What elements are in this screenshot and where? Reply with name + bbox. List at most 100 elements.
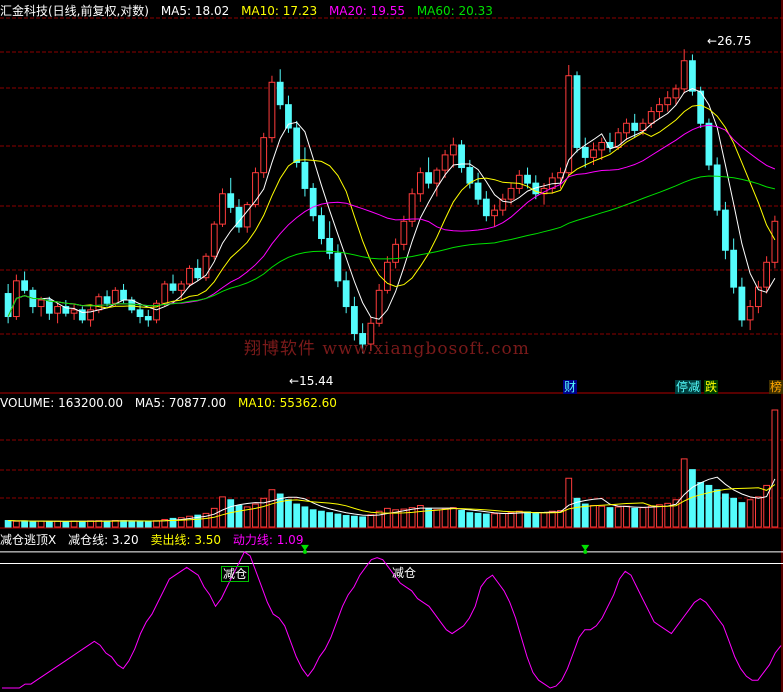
ma5-label: MA5: 18.02 — [160, 4, 230, 18]
indicator-header: 减仓逃顶X 减仓线: 3.20 卖出线: 3.50 动力线: 1.09 — [0, 532, 311, 548]
candle-body — [680, 60, 688, 90]
candle — [392, 238, 400, 269]
candle-body — [45, 299, 53, 314]
volume-bar — [4, 520, 12, 528]
signal-dot — [583, 549, 588, 554]
candle-body — [70, 309, 78, 314]
volume-bar — [12, 520, 20, 528]
candle-body — [392, 243, 400, 263]
candle-body — [309, 187, 317, 217]
volume-bar — [219, 496, 226, 528]
candle-body — [466, 167, 474, 184]
candle — [29, 287, 37, 314]
volume-bar — [120, 520, 127, 528]
candle — [441, 149, 449, 178]
volume-bar — [771, 409, 779, 528]
candle — [169, 274, 177, 294]
candle-body — [722, 209, 729, 251]
candle-body — [95, 296, 103, 311]
candle-body — [103, 296, 111, 304]
candle-body — [614, 132, 622, 148]
candle-body — [144, 316, 152, 321]
candle-body — [54, 306, 61, 314]
volume-bar — [548, 510, 556, 528]
volume-bar — [606, 507, 614, 528]
volume-bar — [326, 512, 334, 528]
volume-bar — [441, 508, 449, 528]
vol-ma5-label: MA5: 70877.00 — [134, 396, 227, 410]
candle — [268, 75, 276, 143]
candle — [54, 303, 61, 324]
candle — [186, 265, 193, 288]
candle-body — [664, 97, 672, 106]
volume-bar — [458, 510, 465, 528]
candle — [623, 118, 630, 141]
volume-bar — [713, 489, 721, 528]
candle — [680, 49, 688, 94]
candle-body — [425, 172, 432, 184]
volume-bar — [466, 512, 474, 528]
candle — [581, 137, 589, 168]
candle — [664, 91, 672, 112]
volume-bar — [590, 504, 597, 528]
volume-bar — [746, 499, 754, 528]
candle — [194, 259, 202, 281]
tag-bang[interactable]: 榜 — [769, 380, 783, 394]
candle-body — [449, 144, 457, 156]
candle — [383, 256, 391, 294]
volume-bar — [318, 510, 325, 528]
volume-bar — [433, 509, 441, 528]
candle — [425, 157, 432, 189]
candle — [771, 215, 779, 269]
candle — [309, 183, 317, 222]
candle-body — [713, 164, 721, 211]
tag-die[interactable]: 跌 — [704, 380, 719, 394]
volume-bar — [482, 513, 490, 528]
volume-bar — [78, 520, 86, 528]
volume-bar — [301, 506, 309, 528]
volume-bar — [664, 502, 672, 528]
candle — [482, 191, 490, 222]
volume-bar — [631, 507, 639, 528]
tag-cai[interactable]: 财 — [563, 380, 578, 394]
candle-body — [342, 280, 350, 308]
candle-body — [656, 104, 663, 113]
candle-body — [590, 149, 597, 158]
volume-bar — [755, 496, 762, 528]
candle — [260, 132, 268, 178]
candle-body — [351, 306, 358, 335]
candle — [87, 306, 94, 327]
candle-body — [334, 252, 342, 282]
volume-bar — [639, 507, 647, 528]
candle-body — [705, 122, 713, 166]
candle-body — [581, 146, 589, 158]
vol-ma10-label: MA10: 55362.60 — [237, 396, 337, 410]
volume-bar — [383, 507, 391, 528]
volume-bar — [598, 505, 606, 528]
volume-bar — [540, 512, 548, 528]
volume-bar — [367, 514, 375, 528]
candle-body — [400, 220, 408, 245]
candle-body — [177, 283, 185, 291]
volume-bar — [656, 504, 663, 528]
volume-bar — [623, 505, 630, 528]
candle-body — [623, 122, 630, 134]
tag-tingjian[interactable]: 停减 — [675, 380, 702, 394]
candle — [21, 271, 28, 294]
candle — [449, 137, 457, 168]
candle-body — [730, 249, 738, 288]
volume-bar — [400, 508, 408, 528]
candle-body — [276, 81, 284, 106]
candle-body — [120, 289, 127, 301]
volume-bar — [730, 497, 738, 528]
volume-bar — [647, 505, 655, 528]
signal-label-2: 减仓 — [392, 566, 417, 580]
volume-bar — [37, 520, 45, 528]
volume-bar — [45, 520, 53, 528]
candle — [334, 244, 342, 288]
candle-body — [161, 283, 169, 304]
volume-bar — [565, 477, 573, 528]
candle — [342, 271, 350, 314]
sell-line-label: 卖出线: 3.50 — [150, 533, 222, 547]
candle — [301, 147, 309, 197]
